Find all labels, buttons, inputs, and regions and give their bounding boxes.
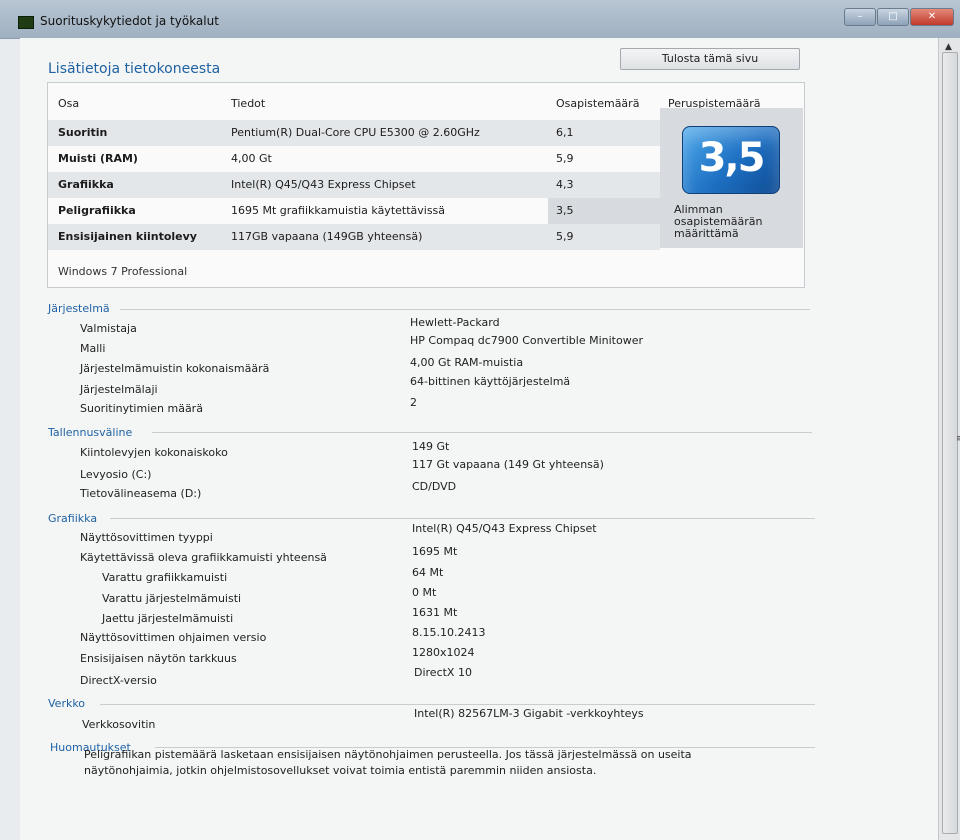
section-title-graphics: Grafiikka <box>48 512 98 525</box>
graphics-value: Intel(R) Q45/Q43 Express Chipset <box>412 522 597 535</box>
system-label: Järjestelmälaji <box>80 383 158 396</box>
system-value: HP Compaq dc7900 Convertible Minitower <box>410 334 644 347</box>
system-value: 64-bittinen käyttöjärjestelmä <box>410 375 571 388</box>
performance-window: Suorituskykytiedot ja työkalut – □ ✕ ▲ ≡… <box>0 0 960 840</box>
graphics-label: Varattu grafiikkamuisti <box>102 571 228 584</box>
graphics-value: 1280x1024 <box>412 646 475 659</box>
component-score: 4,3 <box>556 178 574 191</box>
app-icon <box>18 16 34 29</box>
storage-value: 149 Gt <box>412 440 450 453</box>
storage-label: Tietovälineasema (D:) <box>80 487 202 500</box>
section-title-network: Verkko <box>48 697 86 710</box>
system-label: Malli <box>80 342 106 355</box>
component-details: Pentium(R) Dual-Core CPU E5300 @ 2.60GHz <box>231 126 480 139</box>
notes-text-line-2: näytönohjaimia, jotkin ohjelmistosovellu… <box>84 764 597 777</box>
storage-value: 117 Gt vapaana (149 Gt yhteensä) <box>412 458 604 471</box>
network-label: Verkkosovitin <box>82 718 156 731</box>
section-title-storage: Tallennusväline <box>48 426 133 439</box>
component-score: 5,9 <box>556 152 574 165</box>
graphics-value: 64 Mt <box>412 566 444 579</box>
storage-label: Levyosio (C:) <box>80 468 152 481</box>
system-value: Hewlett-Packard <box>410 316 500 329</box>
system-label: Valmistaja <box>80 322 137 335</box>
section-divider <box>152 432 812 433</box>
notes-text-line-1: Peligrafiikan pistemäärä lasketaan ensis… <box>84 748 692 761</box>
component-name: Muisti (RAM) <box>58 152 138 165</box>
graphics-label: Käytettävissä oleva grafiikkamuisti yhte… <box>80 551 327 564</box>
storage-label: Kiintolevyjen kokonaiskoko <box>80 446 228 459</box>
score-row: Peligrafiikka 1695 Mt grafiikkamuistia k… <box>48 198 668 224</box>
score-row: Muisti (RAM) 4,00 Gt 5,9 <box>48 146 660 172</box>
component-score: 5,9 <box>556 230 574 243</box>
vertical-scrollbar[interactable]: ▲ ≡ <box>938 38 960 840</box>
storage-value: CD/DVD <box>412 480 457 493</box>
base-score-badge: 3,5 <box>682 126 780 194</box>
scroll-up-arrow-icon[interactable]: ▲ <box>945 42 952 52</box>
graphics-value: 0 Mt <box>412 586 437 599</box>
system-label: Järjestelmämuistin kokonaismäärä <box>80 362 270 375</box>
print-page-button[interactable]: Tulosta tämä sivu <box>620 48 800 70</box>
score-row: Grafiikka Intel(R) Q45/Q43 Express Chips… <box>48 172 660 198</box>
maximize-button[interactable]: □ <box>877 8 909 26</box>
base-score-caption: Alimman osapistemäärän määrittämä <box>674 203 763 240</box>
base-score-value: 3,5 <box>698 135 766 181</box>
title-bar[interactable]: Suorituskykytiedot ja työkalut – □ ✕ <box>0 0 960 39</box>
graphics-value: 1631 Mt <box>412 606 458 619</box>
scroll-grip-icon: ≡ <box>956 434 960 444</box>
section-divider <box>110 518 815 519</box>
section-divider <box>120 309 810 310</box>
graphics-label: Varattu järjestelmämuisti <box>102 592 242 605</box>
score-row: Suoritin Pentium(R) Dual-Core CPU E5300 … <box>48 120 660 146</box>
component-name: Grafiikka <box>58 178 114 191</box>
graphics-value: DirectX 10 <box>414 666 472 679</box>
network-value: Intel(R) 82567LM-3 Gigabit -verkkoyhteys <box>414 707 644 720</box>
component-score: 6,1 <box>556 126 574 139</box>
graphics-label: DirectX-versio <box>80 674 157 687</box>
component-name: Suoritin <box>58 126 108 139</box>
component-details: 4,00 Gt <box>231 152 272 165</box>
system-value: 4,00 Gt RAM-muistia <box>410 356 524 369</box>
system-value: 2 <box>410 396 417 409</box>
windows-edition: Windows 7 Professional <box>58 265 188 278</box>
component-name: Peligrafiikka <box>58 204 136 217</box>
graphics-label: Ensisijaisen näytön tarkkuus <box>80 652 237 665</box>
score-table: Osa Tiedot Osapistemäärä Peruspistemäärä… <box>47 82 805 288</box>
score-row: Ensisijainen kiintolevy 117GB vapaana (1… <box>48 224 660 250</box>
section-divider <box>100 704 815 705</box>
section-title-system: Järjestelmä <box>48 302 110 315</box>
component-details: 1695 Mt grafiikkamuistia käytettävissä <box>231 204 446 217</box>
header-component: Osa <box>58 97 80 110</box>
system-label: Suoritinytimien määrä <box>80 402 203 415</box>
graphics-value: 8.15.10.2413 <box>412 626 486 639</box>
window-title: Suorituskykytiedot ja työkalut <box>40 14 219 28</box>
component-score: 3,5 <box>548 198 668 224</box>
component-details: 117GB vapaana (149GB yhteensä) <box>231 230 423 243</box>
page-title: Lisätietoja tietokoneesta <box>48 61 221 77</box>
minimize-button[interactable]: – <box>844 8 876 26</box>
graphics-label: Jaettu järjestelmämuisti <box>102 612 234 625</box>
header-details: Tiedot <box>231 97 266 110</box>
component-details: Intel(R) Q45/Q43 Express Chipset <box>231 178 416 191</box>
graphics-label: Näyttösovittimen tyyppi <box>80 531 213 544</box>
base-score-panel: 3,5 Alimman osapistemäärän määrittämä <box>660 108 803 248</box>
graphics-value: 1695 Mt <box>412 545 458 558</box>
close-button[interactable]: ✕ <box>910 8 954 26</box>
header-subscore: Osapistemäärä <box>556 97 640 110</box>
component-name: Ensisijainen kiintolevy <box>58 230 197 243</box>
graphics-label: Näyttösovittimen ohjaimen versio <box>80 631 267 644</box>
